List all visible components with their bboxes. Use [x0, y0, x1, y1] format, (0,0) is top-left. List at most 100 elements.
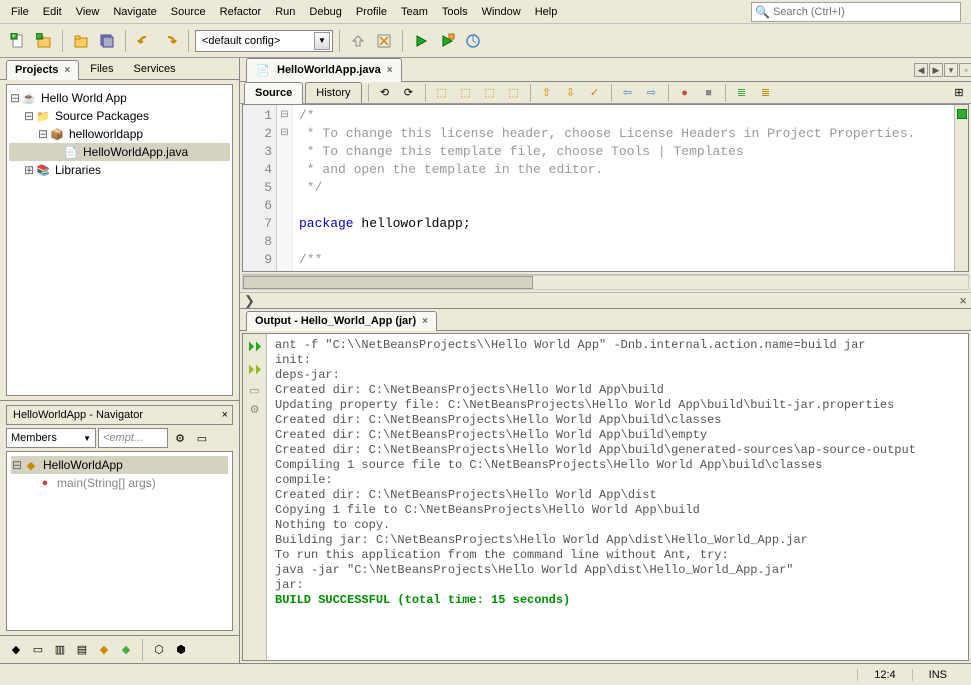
tree-package[interactable]: ⊟📦helloworldapp — [9, 125, 230, 143]
filter-1[interactable]: ◆ — [6, 640, 26, 660]
debug-button[interactable] — [435, 29, 459, 53]
close-icon[interactable]: × — [387, 65, 393, 76]
menu-team[interactable]: Team — [394, 3, 435, 21]
filter-3[interactable]: ▥ — [50, 640, 70, 660]
ed-macro-stop[interactable]: ■ — [697, 81, 721, 105]
ed-uncomment[interactable]: ≣ — [754, 81, 778, 105]
statusbar: 12:4 INS — [0, 663, 971, 685]
navigator-filter[interactable]: <empt... — [98, 428, 168, 448]
redo-button[interactable] — [158, 29, 182, 53]
menu-refactor[interactable]: Refactor — [213, 3, 269, 21]
filter-2[interactable]: ▭ — [28, 640, 48, 660]
run-button[interactable] — [409, 29, 433, 53]
output-text[interactable]: ant -f "C:\\NetBeansProjects\\Hello Worl… — [267, 334, 968, 660]
settings-icon[interactable]: ⚙ — [250, 403, 260, 416]
editor-h-scrollbar[interactable] — [242, 274, 969, 290]
open-project-button[interactable] — [69, 29, 93, 53]
menu-edit[interactable]: Edit — [36, 3, 69, 21]
close-icon[interactable]: × — [64, 65, 70, 76]
prev-tab-button[interactable]: ◀ — [914, 63, 928, 77]
menubar: File Edit View Navigate Source Refactor … — [0, 0, 971, 24]
maximize-button[interactable]: ▫ — [959, 63, 971, 77]
menu-source[interactable]: Source — [164, 3, 213, 21]
ed-btn-2[interactable]: ⟳ — [397, 81, 421, 105]
menu-run[interactable]: Run — [268, 3, 302, 21]
profile-button[interactable] — [461, 29, 485, 53]
filter-7[interactable]: ⬡ — [149, 640, 169, 660]
build-button[interactable] — [346, 29, 370, 53]
menu-window[interactable]: Window — [475, 3, 528, 21]
chevron-icon[interactable]: ❯ — [244, 293, 255, 309]
next-tab-button[interactable]: ▶ — [929, 63, 943, 77]
output-tab[interactable]: Output - Hello_World_App (jar) × — [246, 311, 437, 330]
output-tab-label: Output - Hello_World_App (jar) — [255, 315, 416, 327]
rerun-alt-icon[interactable]: ⏵⏵ — [248, 361, 262, 378]
ed-macro-rec[interactable]: ● — [673, 81, 697, 105]
fold-gutter[interactable]: ⊟⊟ — [277, 105, 293, 271]
ed-find-next[interactable]: ⬚ — [478, 81, 502, 105]
source-tab[interactable]: Source — [244, 82, 303, 103]
editor-tab[interactable]: 📄 HelloWorldApp.java × — [246, 58, 402, 81]
ed-next-bm[interactable]: ⇩ — [559, 81, 583, 105]
filter-4[interactable]: ▤ — [72, 640, 92, 660]
tab-files[interactable]: Files — [81, 59, 122, 79]
config-combo[interactable]: <default config> ▼ — [195, 30, 333, 52]
ok-indicator — [957, 109, 967, 119]
history-tab[interactable]: History — [305, 82, 361, 103]
tree-libraries[interactable]: ⊞📚Libraries — [9, 161, 230, 179]
tab-list-button[interactable]: ▾ — [944, 63, 958, 77]
stop-icon[interactable]: ▭ — [249, 384, 259, 397]
ed-split[interactable]: ⊞ — [947, 81, 971, 105]
ed-shift-right[interactable]: ⇨ — [640, 81, 664, 105]
tree-java-file[interactable]: 📄HelloWorldApp.java — [9, 143, 230, 161]
ed-toggle-bm[interactable]: ✓ — [583, 81, 607, 105]
navigator-tree[interactable]: ⊟◆HelloWorldApp ●main(String[] args) — [6, 451, 233, 631]
code-content[interactable]: /* * To change this license header, choo… — [293, 105, 968, 271]
menu-profile[interactable]: Profile — [349, 3, 394, 21]
rerun-icon[interactable]: ⏵⏵ — [248, 338, 262, 355]
nav-window-button[interactable]: ▭ — [192, 428, 212, 448]
close-icon[interactable]: × — [218, 409, 232, 421]
clean-build-button[interactable] — [372, 29, 396, 53]
tree-project-root[interactable]: ⊟☕Hello World App — [9, 89, 230, 107]
ed-prev-bm[interactable]: ⇧ — [535, 81, 559, 105]
class-icon: ◆ — [23, 457, 39, 473]
nav-method[interactable]: ●main(String[] args) — [11, 474, 228, 492]
tab-projects[interactable]: Projects× — [6, 60, 79, 79]
editor-closebar: ❯× — [240, 292, 971, 308]
save-all-button[interactable] — [95, 29, 119, 53]
tab-services[interactable]: Services — [125, 59, 185, 79]
menu-help[interactable]: Help — [528, 3, 565, 21]
close-icon[interactable]: × — [959, 293, 967, 308]
menu-debug[interactable]: Debug — [302, 3, 348, 21]
menu-tools[interactable]: Tools — [435, 3, 475, 21]
menu-view[interactable]: View — [69, 3, 107, 21]
undo-button[interactable] — [132, 29, 156, 53]
code-editor[interactable]: 123456789 ⊟⊟ /* * To change this license… — [242, 104, 969, 272]
filter-5[interactable]: ◆ — [94, 640, 114, 660]
filter-6[interactable]: ◆ — [116, 640, 136, 660]
ed-comment[interactable]: ≣ — [730, 81, 754, 105]
tab-files-label: Files — [90, 63, 113, 75]
ed-shift-left[interactable]: ⇦ — [616, 81, 640, 105]
ed-find-sel[interactable]: ⬚ — [430, 81, 454, 105]
projects-tabrow: Projects× Files Services — [0, 58, 239, 80]
nav-class[interactable]: ⊟◆HelloWorldApp — [11, 456, 228, 474]
menu-navigate[interactable]: Navigate — [106, 3, 163, 21]
new-file-button[interactable]: + — [6, 29, 30, 53]
library-icon: 📚 — [35, 162, 51, 178]
nav-filter-button[interactable]: ⚙ — [170, 428, 190, 448]
ed-highlight[interactable]: ⬚ — [502, 81, 526, 105]
ed-btn-1[interactable]: ⟲ — [373, 81, 397, 105]
quick-search[interactable]: 🔍 — [751, 2, 961, 22]
search-input[interactable] — [773, 6, 957, 18]
close-icon[interactable]: × — [422, 316, 428, 327]
error-stripe[interactable] — [954, 105, 968, 271]
members-combo[interactable]: Members▼ — [6, 428, 96, 448]
project-tree[interactable]: ⊟☕Hello World App ⊟📁Source Packages ⊟📦he… — [6, 84, 233, 396]
menu-file[interactable]: File — [4, 3, 36, 21]
tree-source-packages[interactable]: ⊟📁Source Packages — [9, 107, 230, 125]
ed-find-prev[interactable]: ⬚ — [454, 81, 478, 105]
filter-8[interactable]: ⬢ — [171, 640, 191, 660]
new-project-button[interactable] — [32, 29, 56, 53]
